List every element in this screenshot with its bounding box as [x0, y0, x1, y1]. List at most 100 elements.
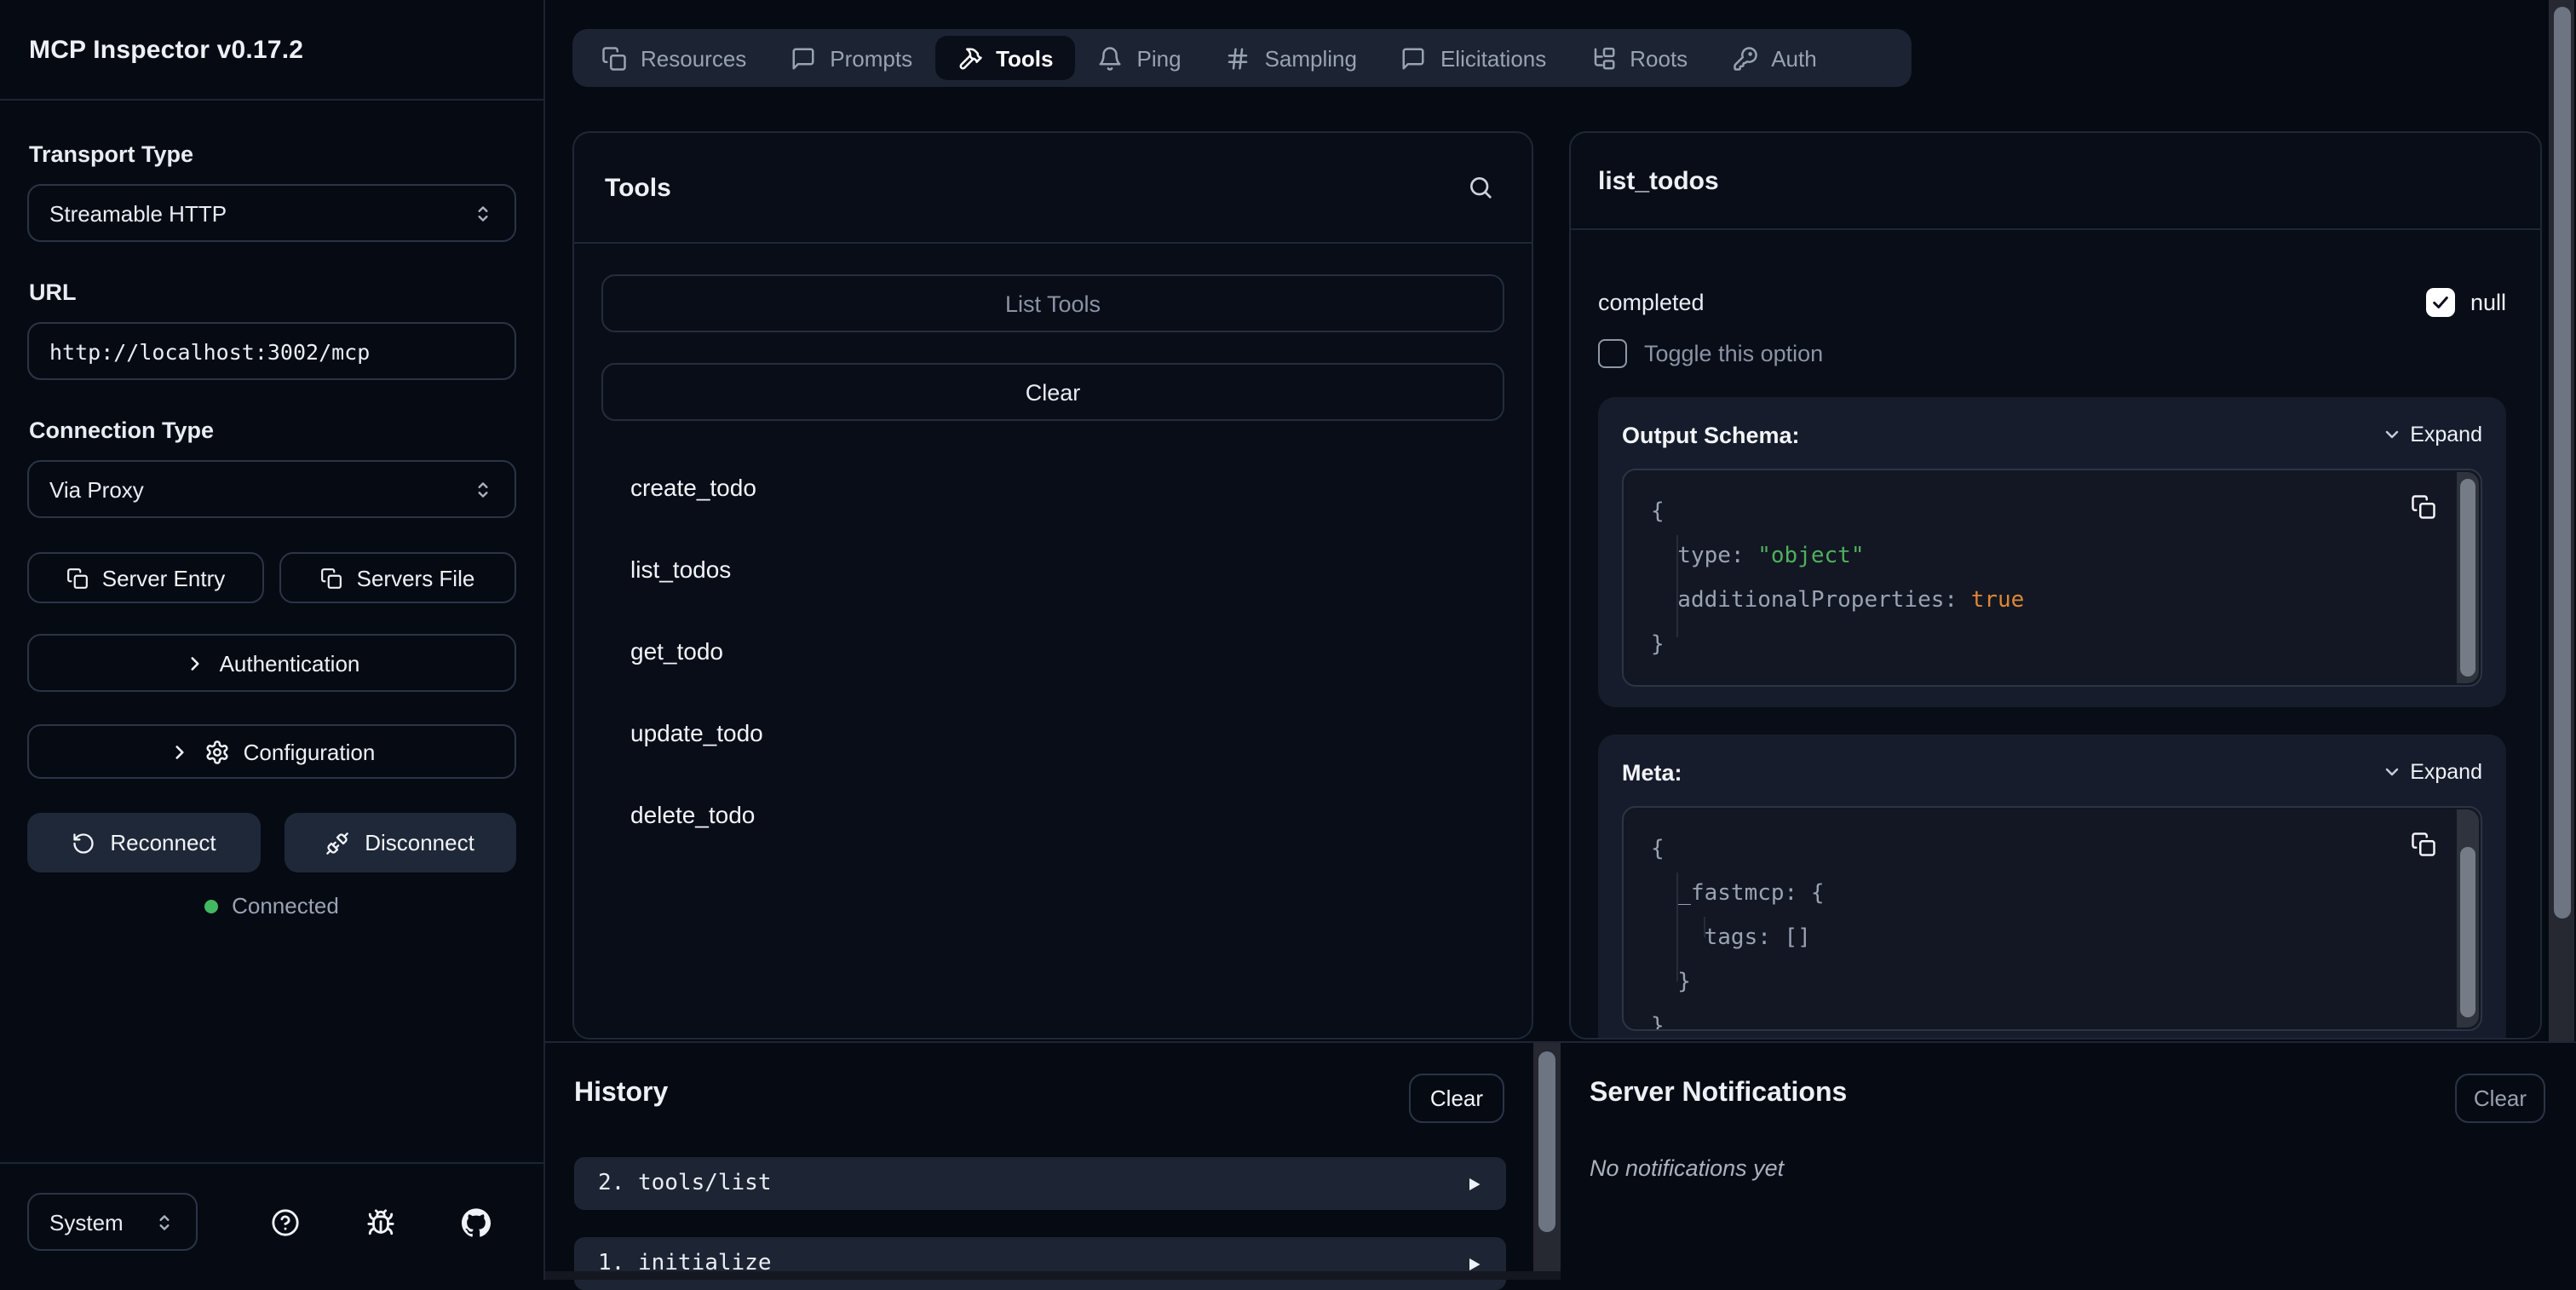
- theme-select[interactable]: System: [27, 1193, 198, 1251]
- message-icon: [791, 45, 816, 71]
- authentication-button[interactable]: Authentication: [27, 634, 516, 692]
- bell-icon: [1098, 45, 1124, 71]
- history-row[interactable]: 2. tools/list: [574, 1157, 1506, 1210]
- key-icon: [1732, 45, 1757, 71]
- notifications-title: Server Notifications: [1590, 1079, 1847, 1109]
- code-line: _fastmcp: {: [1651, 872, 2453, 917]
- code-line: }: [1651, 961, 2453, 1005]
- transport-type-select[interactable]: Streamable HTTP: [27, 184, 516, 242]
- gear-icon: [204, 739, 230, 764]
- tab-elicitations[interactable]: Elicitations: [1379, 36, 1568, 80]
- tool-item-list_todos[interactable]: list_todos: [601, 528, 1504, 610]
- history-scrollbar-thumb[interactable]: [1538, 1051, 1555, 1232]
- list-tools-button[interactable]: List Tools: [601, 274, 1504, 332]
- copy-icon: [321, 567, 343, 589]
- expand-label: Expand: [2410, 423, 2482, 446]
- copy-icon: [66, 567, 89, 589]
- null-checkbox[interactable]: null: [2426, 287, 2506, 316]
- tab-label: Prompts: [830, 45, 912, 71]
- tab-label: Roots: [1630, 45, 1688, 71]
- notifications-clear-button[interactable]: Clear: [2455, 1074, 2545, 1123]
- code-line: {: [1651, 828, 2453, 872]
- connection-status: Connected: [27, 893, 516, 919]
- tab-label: Ping: [1137, 45, 1182, 71]
- chevron-right-icon: [184, 652, 206, 674]
- code-line: {: [1651, 491, 2453, 535]
- connection-type-label: Connection Type: [29, 418, 516, 443]
- history-clear-button[interactable]: Clear: [1409, 1074, 1504, 1123]
- servers-file-label: Servers File: [357, 565, 475, 590]
- tab-label: Tools: [996, 45, 1053, 71]
- tool-item-create_todo[interactable]: create_todo: [601, 446, 1504, 528]
- search-icon[interactable]: [1467, 174, 1494, 201]
- tool-item-update_todo[interactable]: update_todo: [601, 692, 1504, 774]
- tab-ping[interactable]: Ping: [1076, 36, 1204, 80]
- code-scrollbar[interactable]: [2457, 809, 2479, 1028]
- message-icon: [1401, 45, 1427, 71]
- output-schema-label: Output Schema:: [1622, 422, 1800, 447]
- tab-auth[interactable]: Auth: [1710, 36, 1839, 80]
- play-icon: [1465, 1175, 1482, 1192]
- tools-panel-title: Tools: [605, 173, 671, 202]
- page-scrollbar[interactable]: [2549, 0, 2574, 1041]
- reconnect-button[interactable]: Reconnect: [27, 813, 260, 872]
- server-entry-label: Server Entry: [102, 565, 226, 590]
- tab-label: Auth: [1771, 45, 1817, 71]
- notifications-empty-text: No notifications yet: [1590, 1155, 1784, 1181]
- output-schema-expand-button[interactable]: Expand: [2381, 423, 2482, 446]
- history-row[interactable]: 1. initialize: [574, 1237, 1506, 1290]
- files-icon: [601, 45, 627, 71]
- servers-file-button[interactable]: Servers File: [279, 552, 516, 603]
- tab-label: Elicitations: [1440, 45, 1546, 71]
- tab-roots[interactable]: Roots: [1568, 36, 1710, 80]
- tab-sampling[interactable]: Sampling: [1204, 36, 1379, 80]
- help-icon[interactable]: [271, 1207, 300, 1236]
- code-line: additionalProperties: true: [1651, 579, 2453, 624]
- meta-expand-button[interactable]: Expand: [2381, 760, 2482, 784]
- code-line: type: "object": [1651, 535, 2453, 579]
- history-title: History: [574, 1079, 668, 1109]
- connection-type-select[interactable]: Via Proxy: [27, 460, 516, 518]
- copy-icon[interactable]: [2411, 832, 2436, 857]
- disconnect-button[interactable]: Disconnect: [284, 813, 516, 872]
- tool-item-get_todo[interactable]: get_todo: [601, 610, 1504, 692]
- rotate-ccw-icon: [71, 831, 95, 855]
- connection-type-value: Via Proxy: [49, 476, 144, 502]
- reconnect-label: Reconnect: [110, 830, 216, 855]
- meta-card: Meta: Expand { _fastmcp: { tags: [] }}: [1598, 734, 2506, 1039]
- copy-icon[interactable]: [2411, 494, 2436, 520]
- tab-tools[interactable]: Tools: [934, 36, 1075, 80]
- github-icon[interactable]: [462, 1207, 491, 1236]
- hash-icon: [1226, 45, 1251, 71]
- tree-icon: [1590, 45, 1616, 71]
- clear-tools-button[interactable]: Clear: [601, 363, 1504, 421]
- code-line: }: [1651, 1005, 2453, 1031]
- history-scrollbar[interactable]: [1533, 1043, 1561, 1280]
- disconnect-label: Disconnect: [365, 830, 474, 855]
- hammer-icon: [957, 45, 982, 71]
- code-scrollbar[interactable]: [2457, 472, 2479, 683]
- toggle-option-checkbox[interactable]: Toggle this option: [1598, 336, 2506, 370]
- server-entry-button[interactable]: Server Entry: [27, 552, 264, 603]
- history-row-label: 2. tools/list: [598, 1171, 772, 1196]
- chevron-down-icon: [2381, 762, 2401, 782]
- page-scrollbar-thumb[interactable]: [2553, 7, 2570, 919]
- history-hscrollbar[interactable]: [545, 1271, 1561, 1280]
- tool-list: create_todolist_todosget_todoupdate_todo…: [601, 446, 1504, 855]
- split-divider[interactable]: [545, 1041, 2576, 1043]
- tab-resources[interactable]: Resources: [579, 36, 768, 80]
- expand-label: Expand: [2410, 760, 2482, 784]
- indent-guide: [1676, 872, 1678, 982]
- code-line: }: [1651, 624, 2453, 668]
- tab-prompts[interactable]: Prompts: [768, 36, 934, 80]
- chevrons-up-down-icon: [472, 478, 494, 500]
- url-input[interactable]: [27, 322, 516, 380]
- configuration-button[interactable]: Configuration: [27, 724, 516, 779]
- indent-guide: [1704, 917, 1705, 937]
- status-dot-icon: [204, 899, 218, 913]
- bug-icon[interactable]: [366, 1207, 395, 1236]
- empty-checkbox-icon: [1598, 338, 1627, 367]
- tab-bar: Resources Prompts Tools Ping Sampling Elicita…: [572, 29, 1912, 87]
- tool-item-delete_todo[interactable]: delete_todo: [601, 774, 1504, 855]
- toggle-option-label: Toggle this option: [1644, 340, 1823, 366]
